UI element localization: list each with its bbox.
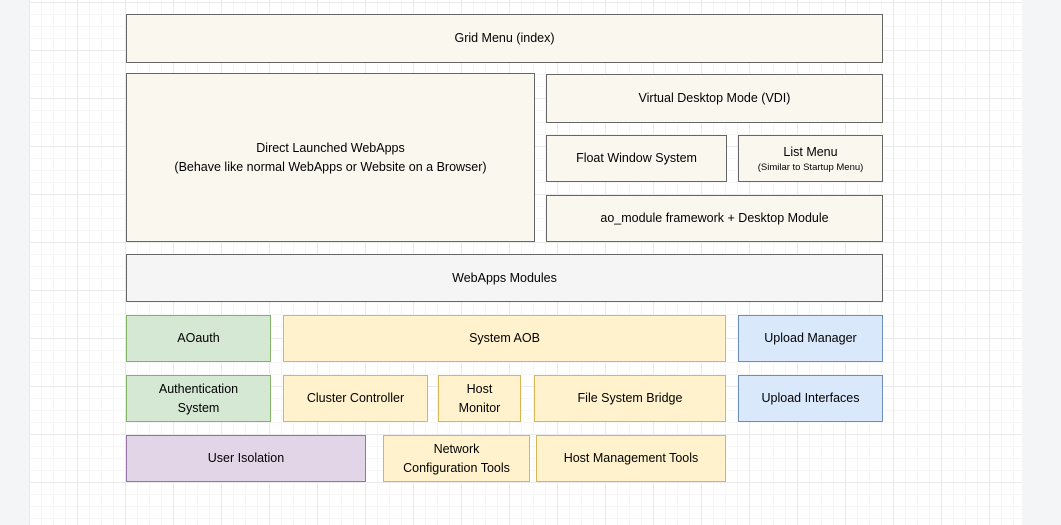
box-list-menu: List Menu (Similar to Startup Menu): [738, 135, 883, 182]
box-user-isolation-label: User Isolation: [208, 449, 284, 467]
box-user-isolation: User Isolation: [126, 435, 366, 482]
box-cluster-controller-label: Cluster Controller: [307, 389, 404, 407]
box-webapps-modules-label: WebApps Modules: [452, 269, 557, 287]
box-upload-interfaces-label: Upload Interfaces: [762, 389, 860, 407]
box-upload-interfaces: Upload Interfaces: [738, 375, 883, 422]
box-network-configuration-tools: Network Configuration Tools: [383, 435, 530, 482]
box-host-monitor: Host Monitor: [438, 375, 521, 422]
box-file-system-bridge: File System Bridge: [534, 375, 726, 422]
box-cluster-controller: Cluster Controller: [283, 375, 428, 422]
box-file-system-bridge-label: File System Bridge: [578, 389, 683, 407]
box-direct-launched-webapps: Direct Launched WebApps (Behave like nor…: [126, 73, 535, 242]
box-aoauth: AOauth: [126, 315, 271, 362]
box-float-window-system-label: Float Window System: [576, 149, 697, 167]
box-upload-manager-label: Upload Manager: [764, 329, 856, 347]
box-authentication-system-label: Authentication System: [159, 380, 238, 416]
box-ao-module-framework-label: ao_module framework + Desktop Module: [600, 209, 828, 227]
box-float-window-system: Float Window System: [546, 135, 727, 182]
box-system-aob-label: System AOB: [469, 329, 540, 347]
box-host-management-tools: Host Management Tools: [536, 435, 726, 482]
box-authentication-system: Authentication System: [126, 375, 271, 422]
diagram-screen: Grid Menu (index) Direct Launched WebApp…: [0, 0, 1061, 525]
box-network-configuration-tools-label: Network Configuration Tools: [403, 440, 510, 476]
box-system-aob: System AOB: [283, 315, 726, 362]
box-direct-launched-webapps-label: Direct Launched WebApps (Behave like nor…: [174, 139, 486, 175]
box-grid-menu: Grid Menu (index): [126, 14, 883, 63]
box-upload-manager: Upload Manager: [738, 315, 883, 362]
box-grid-menu-label: Grid Menu (index): [454, 29, 554, 47]
box-webapps-modules: WebApps Modules: [126, 254, 883, 302]
box-ao-module-framework: ao_module framework + Desktop Module: [546, 195, 883, 242]
box-virtual-desktop-mode: Virtual Desktop Mode (VDI): [546, 74, 883, 123]
box-list-menu-label: List Menu: [783, 143, 837, 161]
box-virtual-desktop-mode-label: Virtual Desktop Mode (VDI): [639, 89, 791, 107]
box-host-monitor-label: Host Monitor: [459, 380, 501, 416]
box-host-management-tools-label: Host Management Tools: [564, 449, 699, 467]
box-list-menu-sublabel: (Similar to Startup Menu): [758, 161, 864, 175]
box-aoauth-label: AOauth: [177, 329, 219, 347]
